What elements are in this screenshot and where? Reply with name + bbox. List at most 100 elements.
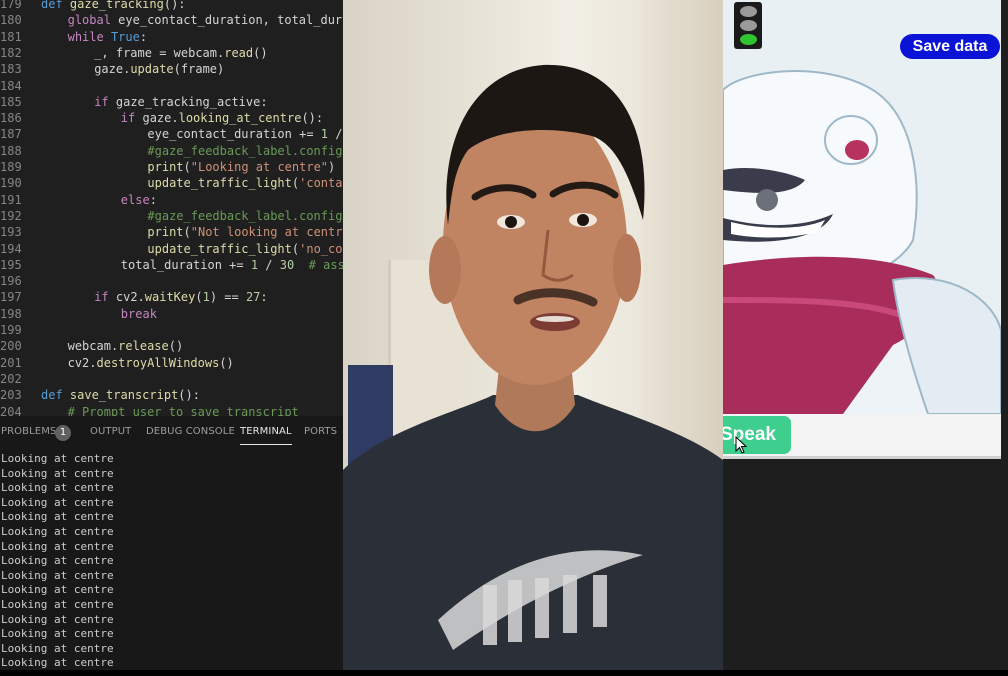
code-text: else: xyxy=(120,192,157,207)
code-line[interactable]: 202 xyxy=(0,371,41,387)
code-text: update_traffic_light('contact' xyxy=(147,176,343,191)
line-number: 199 xyxy=(0,323,22,337)
code-line[interactable]: 194 update_traffic_light('no_conta xyxy=(0,241,343,257)
line-number: 194 xyxy=(0,241,22,256)
avatar-area: Save data xyxy=(723,0,1001,414)
terminal-line: Looking at centre xyxy=(1,495,114,509)
bottom-edge xyxy=(0,670,1008,676)
line-number: 179 xyxy=(0,0,22,11)
code-line[interactable]: 187 eye_contact_duration += 1 / 30 xyxy=(0,126,343,142)
line-number: 190 xyxy=(0,176,22,191)
code-line[interactable]: 199 xyxy=(0,322,41,338)
code-line[interactable]: 197 if cv2.waitKey(1) == 27: xyxy=(0,289,268,305)
code-text: def gaze_tracking(): xyxy=(41,0,186,11)
code-text: while True: xyxy=(67,29,148,44)
code-text: #gaze_feedback_label.config(te xyxy=(147,143,343,158)
line-number: 185 xyxy=(0,94,22,109)
code-line[interactable]: 190 update_traffic_light('contact' xyxy=(0,175,343,191)
line-number: 195 xyxy=(0,257,22,272)
code-line[interactable]: 179 def gaze_tracking(): xyxy=(0,0,186,12)
line-number: 184 xyxy=(0,78,22,93)
code-line[interactable]: 186 if gaze.looking_at_centre(): xyxy=(0,110,323,126)
code-line[interactable]: 184 xyxy=(0,78,41,94)
line-number: 204 xyxy=(0,404,22,417)
code-line[interactable]: 196 xyxy=(0,273,41,289)
line-number: 181 xyxy=(0,29,22,44)
code-line[interactable]: 185 if gaze_tracking_active: xyxy=(0,94,268,110)
code-line[interactable]: 188 #gaze_feedback_label.config(te xyxy=(0,143,343,159)
line-number: 183 xyxy=(0,62,22,77)
code-line[interactable]: 203 def save_transcript(): xyxy=(0,387,200,403)
line-number: 196 xyxy=(0,274,22,289)
traffic-light-middle xyxy=(740,20,757,31)
terminal-line: Looking at centre xyxy=(1,481,114,495)
code-line[interactable]: 200 webcam.release() xyxy=(0,338,183,354)
line-number: 201 xyxy=(0,355,22,370)
terminal-output[interactable]: Looking at centre Looking at centre Lookin… xyxy=(0,452,343,671)
terminal-line: Looking at centre xyxy=(1,510,114,524)
traffic-light-top xyxy=(740,6,757,17)
save-data-button[interactable]: Save data xyxy=(900,34,1000,59)
code-line[interactable]: 180 global eye_contact_duration, total_du… xyxy=(0,12,343,28)
code-text: global eye_contact_duration, total_durat… xyxy=(67,13,343,28)
line-number: 188 xyxy=(0,143,22,158)
line-number: 180 xyxy=(0,13,22,28)
tab-problems[interactable]: PROBLEMS xyxy=(1,426,56,437)
terminal-line: Looking at centre xyxy=(1,583,114,597)
code-line[interactable]: 181 while True: xyxy=(0,29,147,45)
code-text: break xyxy=(120,306,157,321)
code-text: print("Looking at centre") xyxy=(147,160,336,174)
panel-tabs: PROBLEMS 1 OUTPUT DEBUG CONSOLE TERMINAL… xyxy=(0,416,343,450)
terminal-line: Looking at centre xyxy=(1,452,114,465)
tab-output[interactable]: OUTPUT xyxy=(90,426,131,437)
code-line[interactable]: 189 print("Looking at centre") xyxy=(0,159,335,175)
terminal-line: Looking at centre xyxy=(1,524,114,538)
line-number: 186 xyxy=(0,111,22,126)
traffic-light-bottom xyxy=(740,34,757,45)
code-text: if gaze.looking_at_centre(): xyxy=(120,111,324,126)
line-number: 192 xyxy=(0,208,22,223)
code-line[interactable]: 183 gaze.update(frame) xyxy=(0,61,224,77)
code-text: #gaze_feedback_label.config(te xyxy=(147,208,343,223)
speak-button[interactable]: Speak xyxy=(723,416,791,454)
app-window-shadow xyxy=(723,456,1001,459)
terminal-line: Looking at centre xyxy=(1,554,114,568)
controls-bar: Speak xyxy=(723,414,1001,456)
code-text: update_traffic_light('no_conta xyxy=(147,241,343,256)
code-editor[interactable]: 179 def gaze_tracking(): 180 global eye_con… xyxy=(0,0,343,416)
terminal-line: Looking at centre xyxy=(1,641,114,655)
code-line[interactable]: 191 else: xyxy=(0,192,157,208)
terminal-line: Looking at centre xyxy=(1,656,114,670)
code-line[interactable]: 182 _, frame = webcam.read() xyxy=(0,45,268,61)
tab-debug-console[interactable]: DEBUG CONSOLE xyxy=(146,426,235,437)
code-line[interactable]: 192 #gaze_feedback_label.config(te xyxy=(0,208,343,224)
code-text: total_duration += 1 / 30 # assumi xyxy=(120,257,343,272)
webcam-feed xyxy=(343,0,723,670)
code-line[interactable]: 193 print("Not looking at centre") xyxy=(0,224,343,240)
code-text: def save_transcript(): xyxy=(41,388,200,403)
code-line[interactable]: 201 cv2.destroyAllWindows() xyxy=(0,355,234,371)
code-line[interactable]: 204 # Prompt user to save transcript xyxy=(0,404,299,417)
code-line[interactable]: 195 total_duration += 1 / 30 # assumi xyxy=(0,257,343,273)
line-number: 187 xyxy=(0,127,22,142)
terminal-line: Looking at centre xyxy=(1,466,114,480)
code-line[interactable]: 198 break xyxy=(0,306,157,322)
tab-terminal[interactable]: TERMINAL xyxy=(240,426,292,445)
bottom-panel: PROBLEMS 1 OUTPUT DEBUG CONSOLE TERMINAL… xyxy=(0,416,343,676)
mouse-cursor-icon xyxy=(735,436,747,454)
polar-bear-avatar xyxy=(723,70,1001,414)
line-number: 203 xyxy=(0,388,22,403)
code-text: # Prompt user to save transcript xyxy=(67,404,299,417)
line-number: 193 xyxy=(0,225,22,240)
terminal-line: Looking at centre xyxy=(1,597,114,611)
line-number: 200 xyxy=(0,339,22,354)
terminal-line: Looking at centre xyxy=(1,539,114,553)
line-number: 198 xyxy=(0,306,22,321)
line-number: 197 xyxy=(0,290,22,305)
code-text: eye_contact_duration += 1 / 30 xyxy=(147,127,343,142)
tab-ports[interactable]: PORTS xyxy=(304,426,337,437)
line-number: 182 xyxy=(0,45,22,60)
code-text: gaze.update(frame) xyxy=(94,62,225,77)
terminal-line: Looking at centre xyxy=(1,568,114,582)
code-text: webcam.release() xyxy=(67,339,184,354)
